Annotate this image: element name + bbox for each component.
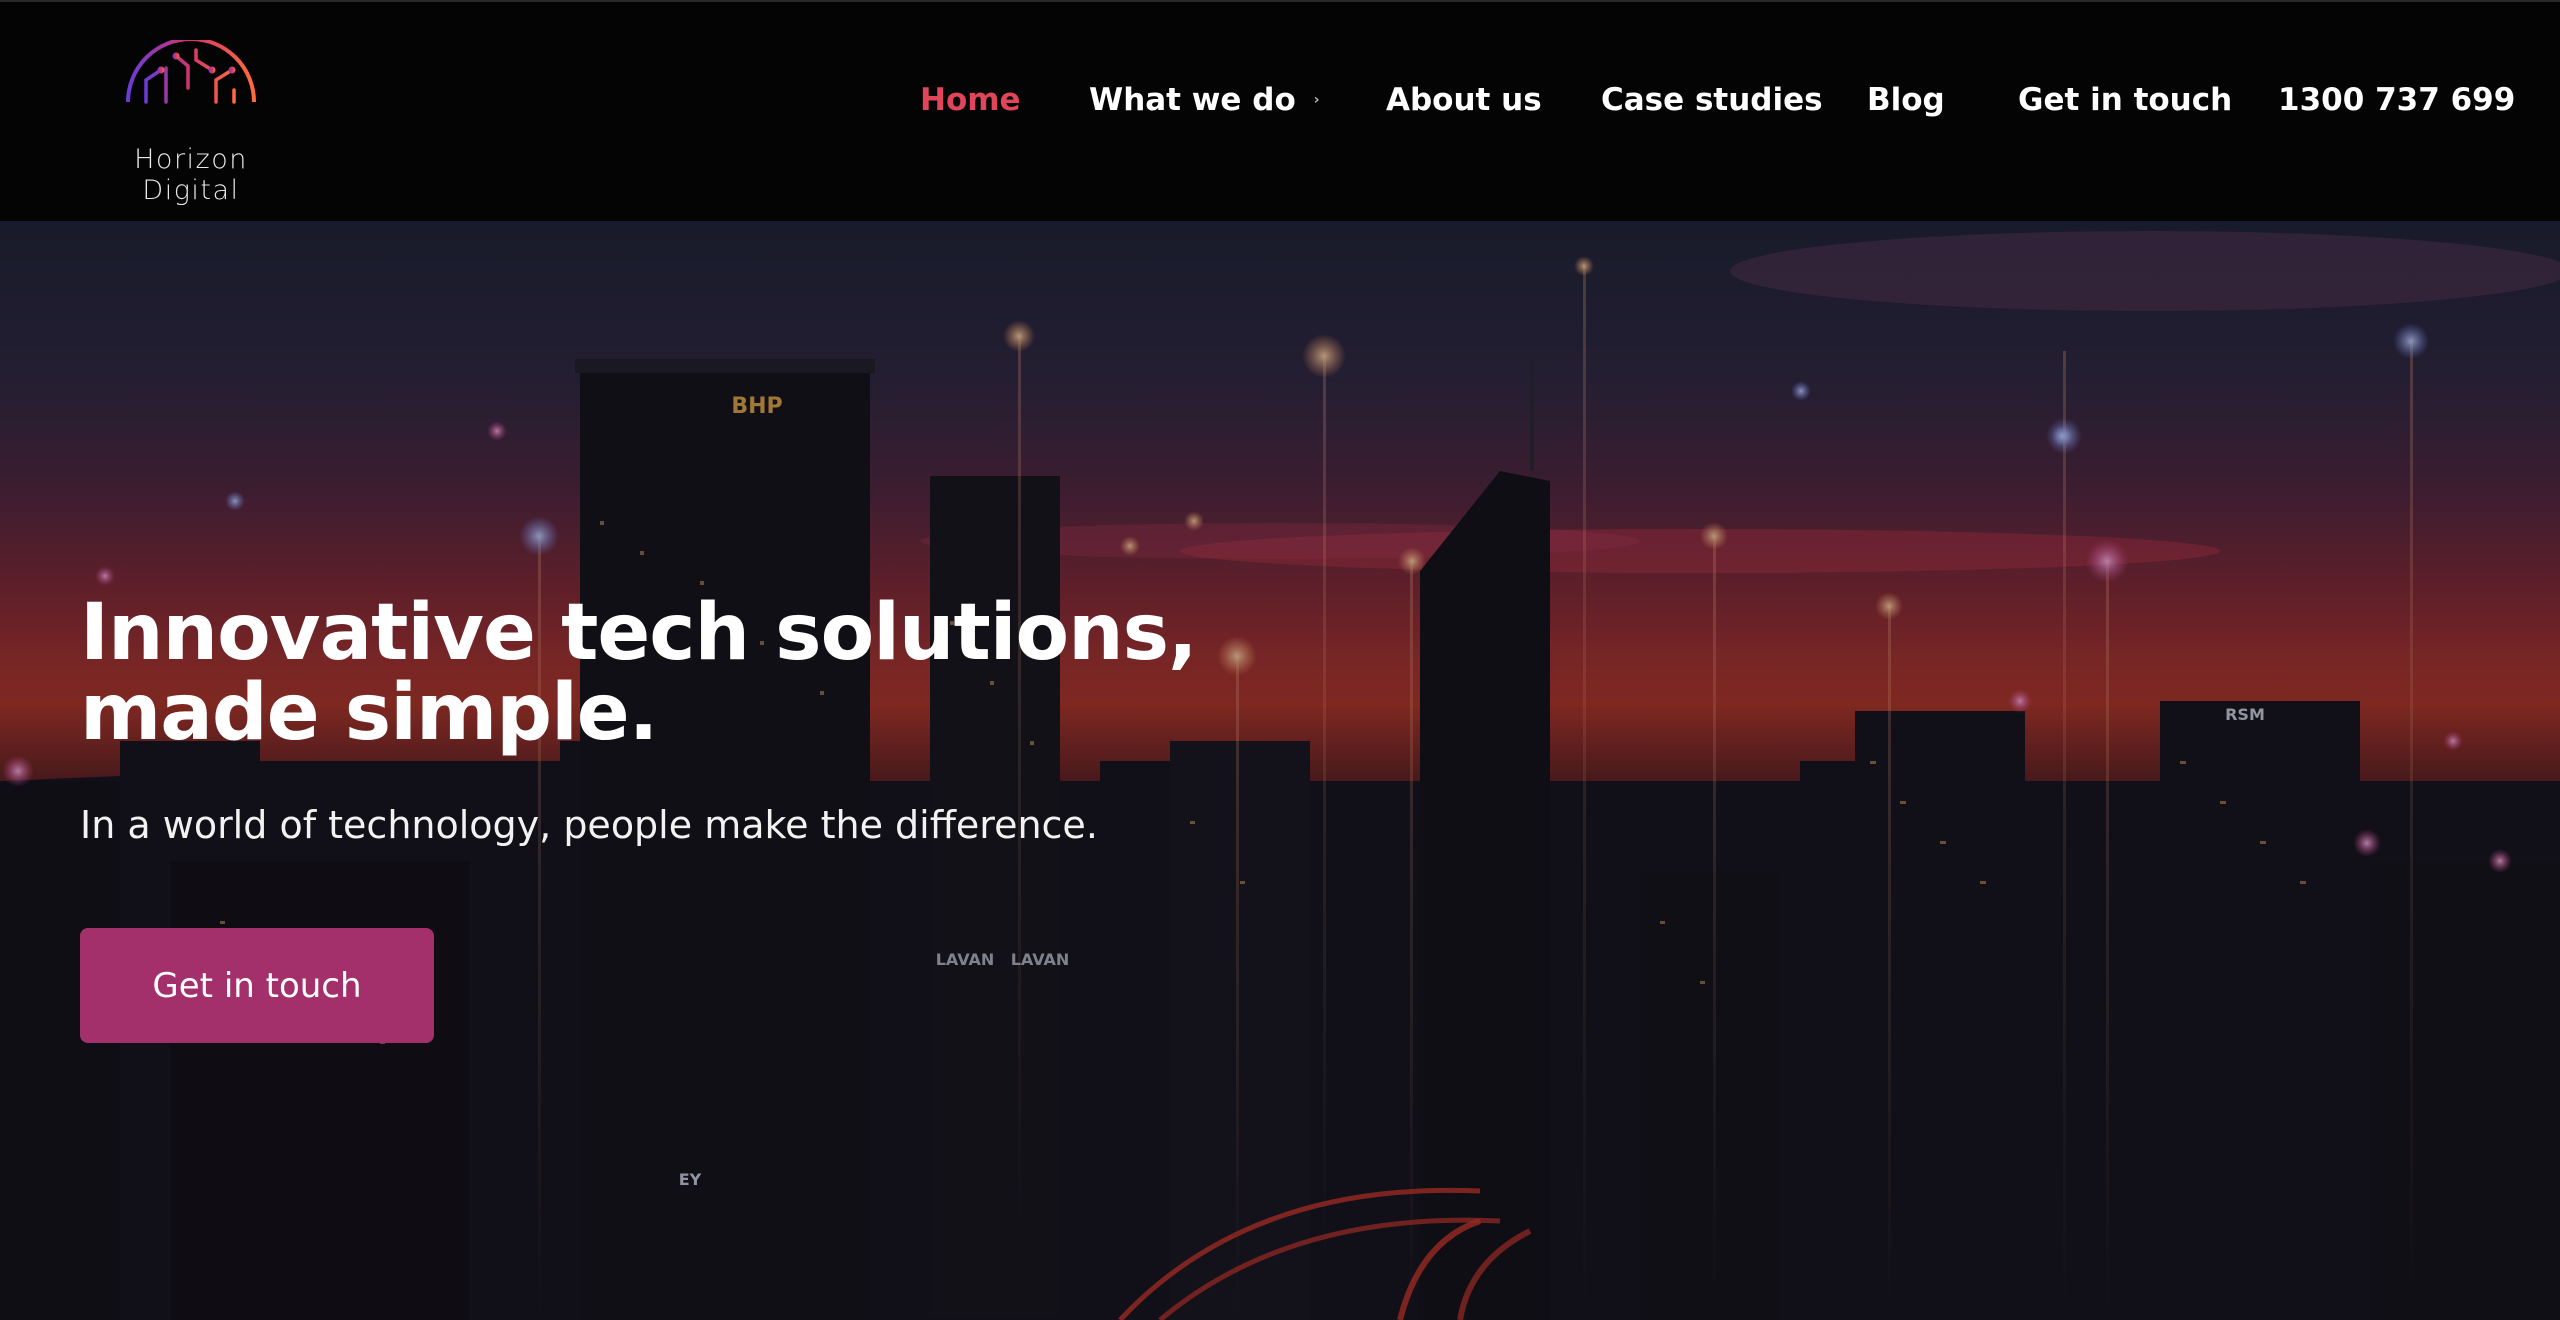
nav-get-in-touch[interactable]: Get in touch (2018, 75, 2232, 125)
nav-phone[interactable]: 1300 737 699 (2278, 75, 2515, 125)
hero-section: BHP LAVAN LAVAN RSM EY Innovative tech s… (0, 221, 2560, 1320)
hero-title-line2: made simple. (80, 668, 658, 758)
nav-home[interactable]: Home (920, 75, 1021, 125)
brand-name: Horizon Digital (134, 144, 248, 206)
nav-blog[interactable]: Blog (1867, 75, 1945, 125)
nav-what-we-do-label: What we do (1089, 82, 1296, 118)
nav-what-we-do[interactable]: What we do › (1089, 75, 1320, 125)
hero-title: Innovative tech solutions, made simple. (80, 593, 1380, 753)
get-in-touch-button[interactable]: Get in touch (80, 928, 434, 1043)
main-nav: Home What we do › About us Case studies B… (0, 75, 2560, 125)
hero-dark-overlay (0, 221, 2560, 1320)
nav-case-studies[interactable]: Case studies (1601, 75, 1823, 125)
hero-title-line1: Innovative tech solutions, (80, 588, 1198, 678)
nav-about-us[interactable]: About us (1386, 75, 1542, 125)
hero-subtitle: In a world of technology, people make th… (80, 803, 1098, 847)
site-header: Horizon Digital Home What we do › About u… (0, 0, 2560, 221)
chevron-down-icon[interactable]: › (1314, 92, 1320, 108)
